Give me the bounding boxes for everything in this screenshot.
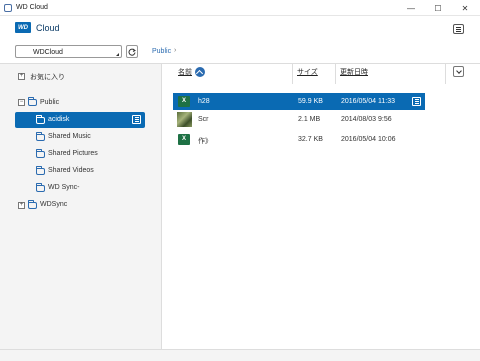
sidebar-item-shared-videos[interactable]: Shared Videos: [48, 167, 94, 174]
sidebar-item-wd-sync[interactable]: WD Sync-: [48, 184, 80, 191]
menu-button[interactable]: [453, 24, 464, 34]
refresh-icon: [128, 48, 136, 56]
folder-icon: [36, 115, 45, 124]
sidebar-item-wdsync[interactable]: WDSync: [40, 201, 67, 208]
file-size: 59.9 KB: [298, 98, 323, 105]
close-button[interactable]: ✕: [452, 0, 478, 16]
file-name: Scr: [198, 116, 209, 123]
sidebar-item-label: acidisk: [48, 116, 70, 123]
folder-icon: [36, 166, 45, 175]
public-collapse-icon[interactable]: −: [18, 99, 25, 106]
column-divider[interactable]: [292, 64, 293, 84]
sidebar-item-public[interactable]: Public: [40, 99, 59, 106]
location-bar: WDCloud Public ›: [0, 42, 480, 63]
column-divider[interactable]: [335, 64, 336, 84]
table-row[interactable]: Scr 2.1 MB 2014/08/03 9:56: [173, 111, 425, 128]
column-header-name[interactable]: 名前: [178, 67, 192, 77]
file-date: 2016/05/04 10:06: [341, 136, 396, 143]
app-name: Cloud: [36, 23, 60, 33]
column-header-date[interactable]: 更新日時: [340, 67, 368, 77]
minimize-button[interactable]: —: [398, 0, 424, 16]
column-divider[interactable]: [445, 64, 446, 84]
refresh-button[interactable]: [126, 45, 138, 58]
folder-icon: [36, 149, 45, 158]
device-select-value: WDCloud: [33, 49, 63, 56]
sort-ascending-icon[interactable]: [195, 67, 205, 77]
sidebar-item-acidisk[interactable]: acidisk: [15, 112, 145, 128]
context-menu-button[interactable]: [132, 115, 141, 124]
device-select[interactable]: WDCloud: [15, 45, 122, 58]
status-bar: [0, 349, 480, 361]
wd-logo: WD: [15, 22, 31, 33]
file-name: 作》: [198, 138, 212, 145]
sidebar-item-shared-pictures[interactable]: Shared Pictures: [48, 150, 98, 157]
column-header-size[interactable]: サイズ: [297, 67, 318, 77]
folder-icon: [36, 183, 45, 192]
excel-icon: X: [178, 96, 190, 107]
table-row[interactable]: X 作》 32.7 KB 2016/05/04 10:06: [173, 131, 425, 148]
app-header: WD Cloud: [0, 17, 480, 42]
folder-icon: [36, 132, 45, 141]
folder-icon: [28, 200, 37, 209]
maximize-button[interactable]: ☐: [425, 0, 451, 16]
chevron-right-icon: ›: [174, 47, 177, 54]
breadcrumb-public[interactable]: Public: [152, 48, 171, 55]
excel-icon: X: [178, 134, 190, 145]
row-context-menu-button[interactable]: [412, 97, 421, 106]
wdsync-expand-icon[interactable]: +: [18, 202, 25, 209]
file-size: 32.7 KB: [298, 136, 323, 143]
file-size: 2.1 MB: [298, 116, 321, 123]
file-name: h28: [198, 98, 210, 105]
column-options-dropdown[interactable]: [453, 66, 464, 77]
dropdown-corner-icon: [116, 53, 119, 56]
table-row[interactable]: X h28 59.9 KB 2016/05/04 11:33: [173, 93, 425, 110]
sidebar-item-favorites[interactable]: お気に入り: [30, 72, 65, 82]
menu-icon: [456, 26, 461, 28]
file-date: 2014/08/03 9:56: [341, 116, 392, 123]
favorites-expand-icon[interactable]: +: [18, 73, 25, 80]
app-icon: [4, 4, 12, 12]
window-titlebar: WD Cloud — ☐ ✕: [0, 0, 480, 16]
image-thumbnail-icon: [177, 112, 192, 127]
folder-icon: [28, 97, 37, 106]
window-title: WD Cloud: [16, 4, 48, 11]
file-date: 2016/05/04 11:33: [341, 98, 395, 105]
sidebar-item-shared-music[interactable]: Shared Music: [48, 133, 91, 140]
